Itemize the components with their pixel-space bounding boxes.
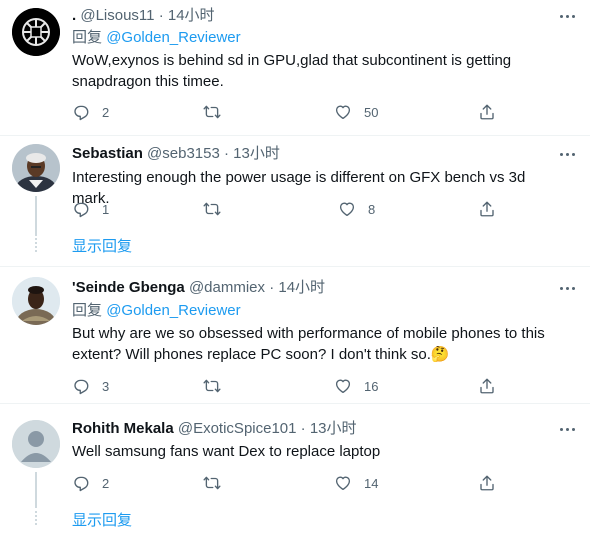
share-button[interactable] (478, 376, 496, 396)
reply-to-label: 回复 (72, 29, 103, 46)
share-button[interactable] (478, 102, 496, 122)
heart-icon (335, 105, 351, 120)
reply-count: 1 (102, 201, 110, 217)
reply-count: 2 (102, 104, 110, 120)
share-icon (480, 378, 494, 394)
avatar[interactable] (12, 8, 60, 56)
reply-button[interactable]: 2 (72, 102, 109, 122)
heart-icon (335, 379, 351, 394)
reply-icon (74, 379, 89, 395)
thinking-face-emoji: 🤔 (430, 346, 450, 363)
tweet[interactable]: Sebastian @seb3153 · 13小时 Interesting en… (0, 136, 590, 266)
reply-icon (74, 202, 89, 218)
display-name[interactable]: 'Seinde Gbenga (72, 279, 185, 296)
heart-icon (339, 202, 355, 217)
retweet-icon (203, 476, 221, 490)
avatar[interactable] (12, 277, 60, 325)
user-handle[interactable]: @dammiex (189, 279, 265, 296)
retweet-icon (203, 202, 221, 216)
retweet-button[interactable] (203, 473, 233, 493)
reply-icon (74, 476, 89, 492)
show-replies-link[interactable]: 显示回复 (72, 511, 132, 531)
tweet-actions: 3 16 (72, 376, 512, 396)
thread-dots (35, 511, 37, 527)
like-button[interactable]: 16 (334, 376, 378, 396)
more-icon[interactable] (560, 278, 578, 298)
reply-to-label: 回复 (72, 302, 103, 319)
more-icon[interactable] (560, 6, 578, 26)
separator: · (158, 7, 164, 24)
share-icon (480, 201, 494, 217)
retweet-button[interactable] (203, 199, 233, 219)
share-button[interactable] (478, 199, 496, 219)
reply-count: 3 (102, 378, 110, 394)
like-count: 16 (364, 378, 379, 394)
reply-button[interactable]: 3 (72, 376, 109, 396)
like-button[interactable]: 8 (338, 199, 375, 219)
share-button[interactable] (478, 473, 496, 493)
tweet[interactable]: Rohith Mekala @ExoticSpice101 · 13小时 Wel… (0, 404, 590, 537)
like-count: 14 (364, 475, 379, 491)
tweet-text-body: But why are we so obsessed with performa… (72, 325, 545, 363)
timestamp[interactable]: 14小时 (278, 279, 325, 296)
thread-dots (35, 238, 37, 254)
retweet-button[interactable] (203, 102, 233, 122)
tweet-text: WoW,exynos is behind sd in GPU,glad that… (72, 52, 512, 90)
retweet-icon (203, 379, 221, 393)
avatar[interactable] (12, 420, 60, 468)
like-button[interactable]: 14 (334, 473, 378, 493)
display-name[interactable]: Rohith Mekala (72, 420, 174, 437)
retweet-icon (203, 105, 221, 119)
reply-to-line: 回复 @Golden_Reviewer (72, 301, 241, 321)
like-count: 8 (368, 201, 376, 217)
reply-count: 2 (102, 475, 110, 491)
tweet-actions: 1 8 (72, 199, 512, 219)
tweet-header: Sebastian @seb3153 · 13小时 (72, 144, 280, 164)
tweet-text: But why are we so obsessed with performa… (72, 323, 562, 365)
thread-line (35, 196, 37, 236)
tweet[interactable]: 'Seinde Gbenga @dammiex · 14小时 回复 @Golde… (0, 267, 590, 403)
separator: · (300, 420, 306, 437)
reply-button[interactable]: 2 (72, 473, 109, 493)
like-count: 50 (364, 104, 379, 120)
display-name[interactable]: . (72, 7, 76, 24)
tweet-actions: 2 14 (72, 473, 512, 493)
more-icon[interactable] (560, 144, 578, 164)
share-icon (480, 475, 494, 491)
tweet-header: Rohith Mekala @ExoticSpice101 · 13小时 (72, 419, 357, 439)
avatar[interactable] (12, 144, 60, 192)
retweet-button[interactable] (203, 376, 233, 396)
like-button[interactable]: 50 (334, 102, 378, 122)
heart-icon (335, 476, 351, 491)
separator: · (269, 279, 275, 296)
more-icon[interactable] (560, 419, 578, 439)
display-name[interactable]: Sebastian (72, 145, 143, 162)
reply-to-line: 回复 @Golden_Reviewer (72, 28, 241, 48)
user-handle[interactable]: @ExoticSpice101 (178, 420, 297, 437)
user-handle[interactable]: @Lisous11 (80, 7, 154, 24)
timestamp[interactable]: 13小时 (310, 420, 357, 437)
timestamp[interactable]: 14小时 (168, 7, 215, 24)
tweet-header: . @Lisous11 · 14小时 (72, 6, 215, 26)
thread-line (35, 472, 37, 508)
reply-to-mention[interactable]: @Golden_Reviewer (106, 29, 240, 46)
reply-icon (74, 105, 89, 121)
show-replies-link[interactable]: 显示回复 (72, 237, 132, 257)
tweet-actions: 2 50 (72, 102, 512, 122)
share-icon (480, 104, 494, 120)
tweet-header: 'Seinde Gbenga @dammiex · 14小时 (72, 278, 325, 298)
timestamp[interactable]: 13小时 (233, 145, 280, 162)
tweet[interactable]: . @Lisous11 · 14小时 回复 @Golden_Reviewer W… (0, 0, 590, 135)
reply-button[interactable]: 1 (72, 199, 109, 219)
separator: · (224, 145, 229, 162)
reply-to-mention[interactable]: @Golden_Reviewer (106, 302, 240, 319)
user-handle[interactable]: @seb3153 (147, 145, 220, 162)
tweet-text: Well samsung fans want Dex to replace la… (72, 443, 381, 460)
